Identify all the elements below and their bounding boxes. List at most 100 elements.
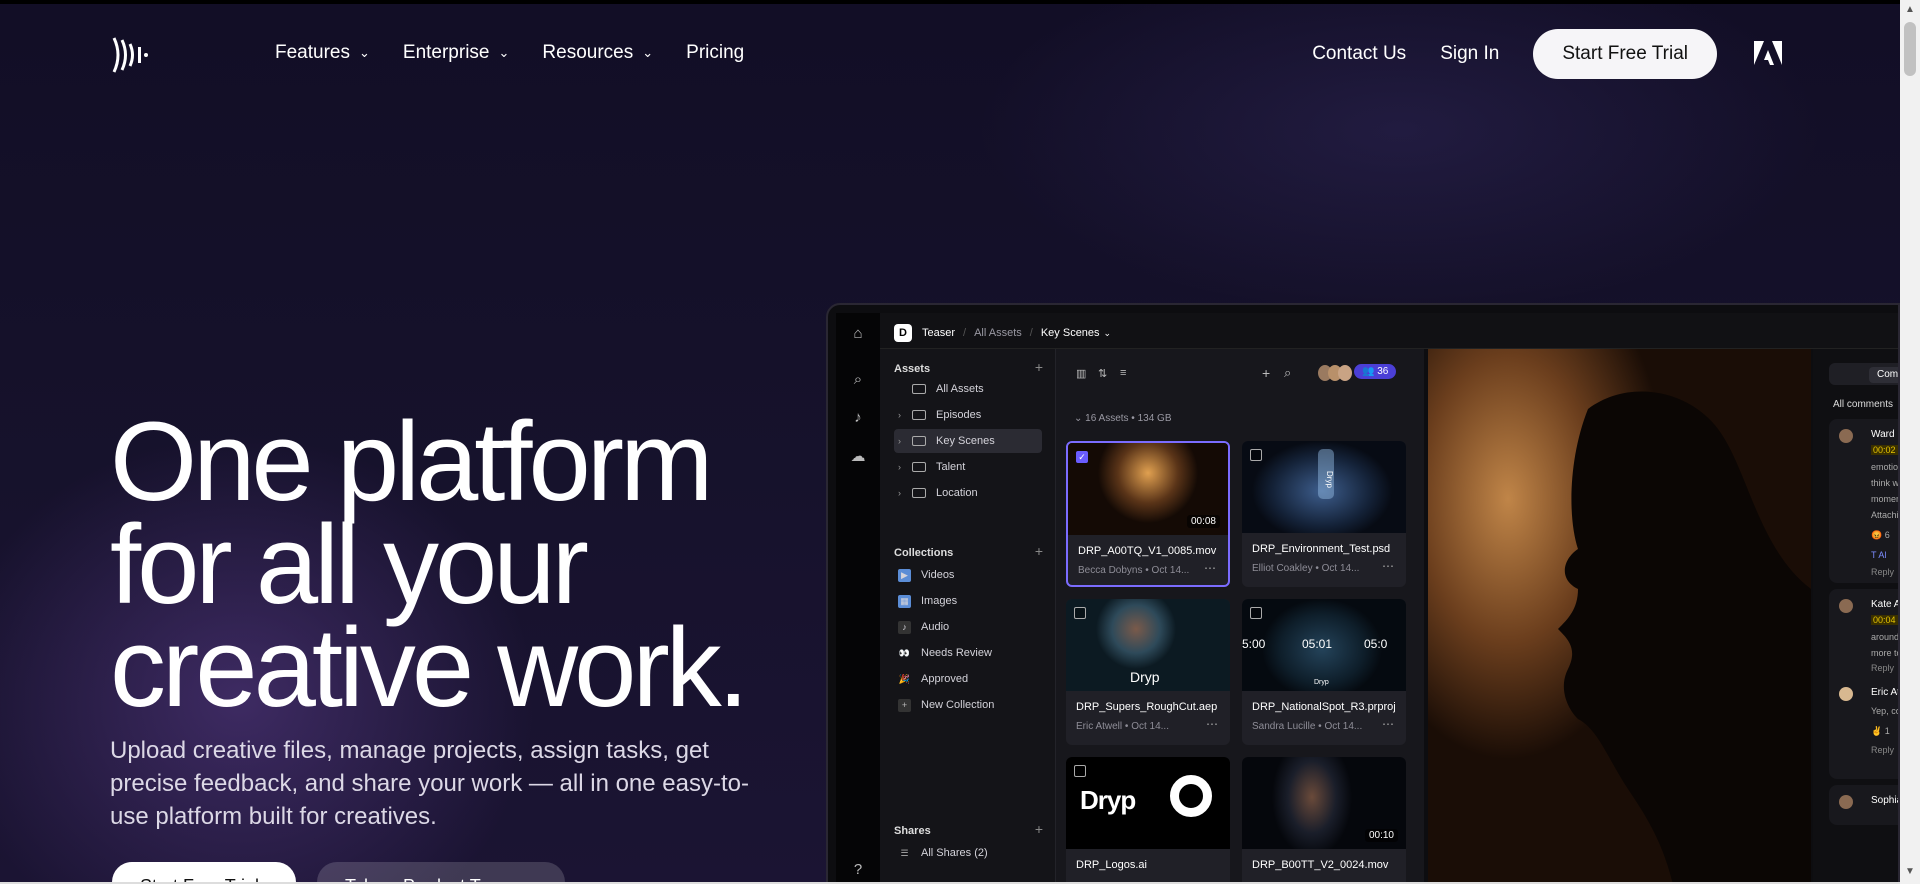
sidebar-item-label: Key Scenes	[936, 435, 995, 447]
checkbox[interactable]	[1074, 607, 1086, 619]
chevron-down-icon: ⌄	[498, 45, 510, 60]
comments-tab[interactable]: Comme	[1869, 367, 1898, 383]
more-options-icon[interactable]: ⋯	[1206, 717, 1218, 731]
avatars-group[interactable]	[1318, 365, 1352, 381]
nav-pricing[interactable]: Pricing	[686, 42, 744, 64]
search-icon[interactable]: ⌕	[848, 371, 868, 391]
avatar	[1839, 795, 1853, 809]
sidebar-item-talent[interactable]: › Talent	[894, 455, 1042, 479]
frameio-logo-icon[interactable]	[110, 32, 152, 78]
members-badge[interactable]: 👥 36	[1354, 364, 1397, 379]
page-scrollbar[interactable]: ▲ ▼	[1900, 0, 1920, 884]
app-sidebar: Assets + All Assets › Episodes › Key Scene…	[880, 349, 1056, 882]
app-preview-window: ⌂ ⌕ ♪ ☁ ? D Teaser / All Assets / Key Sc…	[826, 303, 1900, 884]
asset-date: Oct 14...	[1151, 565, 1190, 576]
product-tour-cta[interactable]: Take a Product Tour	[317, 862, 565, 884]
more-options-icon[interactable]: ⋯	[1382, 559, 1394, 573]
breadcrumb-level2[interactable]: Key Scenes	[1041, 327, 1100, 339]
help-icon[interactable]: ?	[848, 861, 868, 881]
nav-resources[interactable]: Resources ⌄	[542, 42, 653, 64]
collection-audio[interactable]: ♪ Audio	[894, 615, 1042, 639]
hero-subtitle: Upload creative files, manage projects, …	[110, 737, 749, 830]
breadcrumb-project[interactable]: Teaser	[922, 327, 955, 339]
chevron-right-icon[interactable]: ›	[898, 436, 912, 446]
upload-cloud-icon[interactable]: ☁	[848, 447, 868, 467]
asset-card[interactable]: 5:00 05:01 05:0 Dryp DRP_NationalSpot_R3…	[1242, 599, 1406, 745]
sidebar-item-key-scenes[interactable]: › Key Scenes	[894, 429, 1042, 453]
reply-link[interactable]: Reply	[1871, 663, 1894, 673]
more-options-icon[interactable]: ⋯	[1204, 561, 1216, 575]
sidebar-item-all-assets[interactable]: All Assets	[894, 377, 1042, 401]
collection-needs-review[interactable]: 👀 Needs Review	[894, 641, 1042, 665]
breadcrumb-level1[interactable]: All Assets	[974, 327, 1022, 339]
search-icon[interactable]: ⌕	[1284, 365, 1291, 381]
chevron-right-icon[interactable]: ›	[898, 462, 912, 472]
reply-link[interactable]: Reply	[1871, 745, 1894, 755]
add-asset-plus-icon[interactable]: +	[1035, 359, 1043, 375]
avatar	[1839, 687, 1853, 701]
nav-enterprise[interactable]: Enterprise ⌄	[403, 42, 510, 64]
add-plus-icon[interactable]: +	[1262, 365, 1270, 381]
start-free-trial-cta[interactable]: Start Free Trial	[112, 862, 296, 884]
collection-label: Images	[921, 595, 958, 607]
comment-thread[interactable]: Ward E 00:02 emotio think w momen Attach…	[1829, 419, 1898, 583]
sidebar-item-label: Episodes	[936, 409, 982, 421]
more-options-icon[interactable]: ⋯	[1382, 717, 1394, 731]
media-viewer[interactable]	[1428, 349, 1811, 882]
asset-card[interactable]: ✓ 00:08 DRP_A00TQ_V1_0085.mov Becca Doby…	[1066, 441, 1230, 587]
comment-timestamp[interactable]: 00:02	[1871, 445, 1898, 455]
bell-icon[interactable]: ♪	[848, 409, 868, 429]
layout-icon[interactable]: ▥	[1076, 367, 1086, 380]
thumb-brand-text: Dryp	[1130, 669, 1160, 685]
asset-thumbnail: Dryp	[1066, 757, 1230, 849]
asset-card[interactable]: Dryp DRP_Supers_RoughCut.aep Eric Atwell…	[1066, 599, 1230, 745]
start-free-trial-button[interactable]: Start Free Trial	[1533, 29, 1717, 79]
comments-tab-bar: Comme	[1829, 363, 1898, 385]
checkbox[interactable]	[1250, 607, 1262, 619]
adobe-logo-icon[interactable]	[1754, 41, 1782, 67]
collection-images[interactable]: ▦ Images	[894, 589, 1042, 613]
comments-filter[interactable]: All comments	[1833, 399, 1893, 410]
new-collection-button[interactable]: + New Collection	[894, 693, 1042, 717]
chevron-down-icon[interactable]: ⌄	[1074, 413, 1085, 424]
scroll-down-icon[interactable]: ▼	[1905, 866, 1915, 877]
hero-line: creative work.	[110, 605, 749, 730]
contact-us-link[interactable]: Contact Us	[1312, 43, 1406, 65]
asset-author: Eric Atwell	[1076, 721, 1123, 732]
scroll-up-icon[interactable]: ▲	[1905, 4, 1915, 15]
sort-icon[interactable]: ⇅	[1098, 367, 1107, 380]
chevron-right-icon[interactable]: ›	[898, 488, 912, 498]
comment-thread[interactable]: Kate A 00:04 around more to Reply Eric A…	[1829, 589, 1900, 779]
asset-card[interactable]: Dryp DRP_Logos.ai	[1066, 757, 1230, 882]
folder-icon	[912, 488, 926, 498]
add-collection-plus-icon[interactable]: +	[1035, 543, 1043, 559]
sign-in-link[interactable]: Sign In	[1440, 43, 1499, 65]
sidebar-item-location[interactable]: › Location	[894, 481, 1042, 505]
comment-timestamp[interactable]: 00:04	[1871, 615, 1898, 625]
reply-link[interactable]: Reply	[1871, 567, 1894, 577]
filter-icon[interactable]: ≡	[1120, 367, 1126, 379]
sidebar-item-episodes[interactable]: › Episodes	[894, 403, 1042, 427]
checkbox[interactable]: ✓	[1076, 451, 1088, 463]
add-share-plus-icon[interactable]: +	[1035, 821, 1043, 837]
scrollbar-thumb[interactable]	[1904, 22, 1916, 76]
collection-approved[interactable]: 🎉 Approved	[894, 667, 1042, 691]
asset-thumbnail: Dryp	[1066, 599, 1230, 691]
comments-panel: Comme All comments Ward E 00:02 emotio t…	[1813, 349, 1900, 882]
asset-name: DRP_B00TT_V2_0024.mov	[1252, 859, 1389, 871]
nav-features[interactable]: Features ⌄	[275, 42, 370, 64]
home-icon[interactable]: ⌂	[848, 325, 868, 345]
comment-thread[interactable]: Sophia	[1829, 785, 1898, 825]
reaction-badge[interactable]: 😡 6	[1871, 527, 1890, 543]
checkbox[interactable]	[1250, 449, 1262, 461]
sidebar-item-all-shares[interactable]: ☰ All Shares (2)	[894, 841, 1042, 865]
reaction-badge[interactable]: ✌ 1	[1871, 723, 1890, 739]
attachment-label[interactable]: T Al	[1871, 547, 1886, 563]
nav-label: Enterprise	[402, 42, 490, 63]
comment-author: Eric Atv	[1871, 687, 1900, 698]
checkbox[interactable]	[1074, 765, 1086, 777]
asset-card[interactable]: 00:10 DRP_B00TT_V2_0024.mov	[1242, 757, 1406, 882]
collection-videos[interactable]: ▶ Videos	[894, 563, 1042, 587]
chevron-right-icon[interactable]: ›	[898, 410, 912, 420]
asset-card[interactable]: Dryp DRP_Environment_Test.psd Elliot Coa…	[1242, 441, 1406, 587]
